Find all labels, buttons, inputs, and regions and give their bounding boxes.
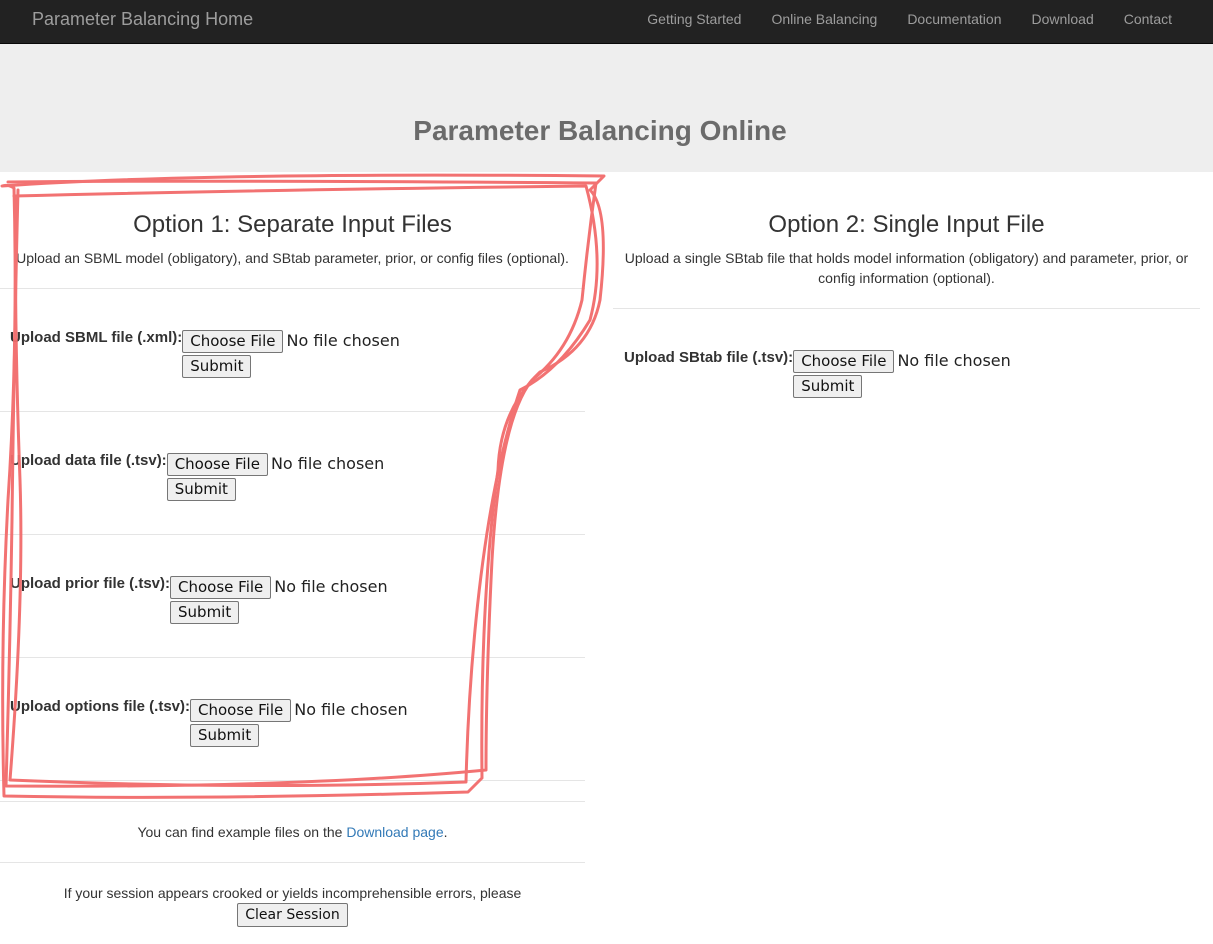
option2-title: Option 2: Single Input File: [768, 211, 1045, 238]
data-choose-file-button[interactable]: Choose File: [166, 453, 268, 476]
example-note-suffix: .: [443, 824, 448, 840]
session-note: If your session appears crooked or yield…: [63, 885, 522, 901]
data-file-status: No file chosen: [270, 454, 385, 473]
sbtab-submit-button[interactable]: Submit: [793, 375, 863, 398]
divider: [0, 801, 585, 802]
sbtab-upload-label: Upload SBtab file (.tsv):: [624, 349, 794, 366]
divider: [0, 657, 585, 658]
data-submit-button[interactable]: Submit: [166, 478, 236, 501]
options-file-status: No file chosen: [294, 700, 408, 719]
data-upload-label: Upload data file (.tsv):: [10, 452, 167, 469]
brand-link[interactable]: Parameter Balancing Home: [32, 0, 253, 38]
prior-upload-label: Upload prior file (.tsv):: [10, 575, 171, 592]
nav-contact[interactable]: Contact: [1109, 0, 1187, 38]
prior-choose-file-button[interactable]: Choose File: [170, 576, 272, 599]
divider: [0, 288, 585, 289]
option1-title: Option 1: Separate Input Files: [133, 211, 452, 238]
nav-documentation[interactable]: Documentation: [892, 0, 1016, 38]
clear-session-container: Clear Session: [0, 903, 585, 927]
sbml-upload-row: Upload SBML file (.xml): Choose File No f…: [10, 328, 400, 378]
sbml-file-status: No file chosen: [286, 331, 400, 350]
sbml-choose-file-button[interactable]: Choose File: [182, 330, 284, 353]
divider: [0, 534, 585, 535]
nav-download[interactable]: Download: [1016, 0, 1108, 38]
divider: [613, 308, 1200, 309]
options-choose-file-button[interactable]: Choose File: [190, 699, 292, 722]
top-navbar: Parameter Balancing Home Getting Started…: [0, 0, 1213, 44]
prior-upload-row: Upload prior file (.tsv): Choose File No …: [10, 574, 388, 624]
data-upload-row: Upload data file (.tsv): Choose File No f…: [10, 451, 384, 501]
example-files-note: You can find example files on the Downlo…: [0, 822, 585, 842]
option1-description: Upload an SBML model (obligatory), and S…: [16, 250, 569, 266]
sbtab-choose-file-button[interactable]: Choose File: [793, 350, 895, 373]
divider: [0, 411, 585, 412]
page-title: Parameter Balancing Online: [413, 115, 787, 146]
download-page-link[interactable]: Download page: [346, 824, 443, 840]
options-upload-row: Upload options file (.tsv): Choose File N…: [10, 697, 408, 747]
clear-session-button[interactable]: Clear Session: [237, 903, 348, 927]
nav-online-balancing[interactable]: Online Balancing: [756, 0, 892, 38]
sbml-upload-label: Upload SBML file (.xml):: [10, 329, 183, 346]
divider: [0, 780, 585, 781]
prior-file-status: No file chosen: [274, 577, 388, 596]
nav-getting-started[interactable]: Getting Started: [632, 0, 756, 38]
sbtab-upload-row: Upload SBtab file (.tsv): Choose File No …: [624, 348, 1011, 398]
example-note-text: You can find example files on the: [137, 824, 347, 840]
option2-description: Upload a single SBtab file that holds mo…: [624, 250, 1189, 286]
nav-links: Getting Started Online Balancing Documen…: [632, 0, 1187, 38]
options-upload-label: Upload options file (.tsv):: [10, 698, 190, 715]
divider: [0, 862, 585, 863]
sbml-submit-button[interactable]: Submit: [182, 355, 252, 378]
options-submit-button[interactable]: Submit: [190, 724, 260, 747]
jumbotron: Parameter Balancing Online: [0, 44, 1213, 172]
sbtab-file-status: No file chosen: [897, 351, 1011, 370]
prior-submit-button[interactable]: Submit: [170, 601, 240, 624]
